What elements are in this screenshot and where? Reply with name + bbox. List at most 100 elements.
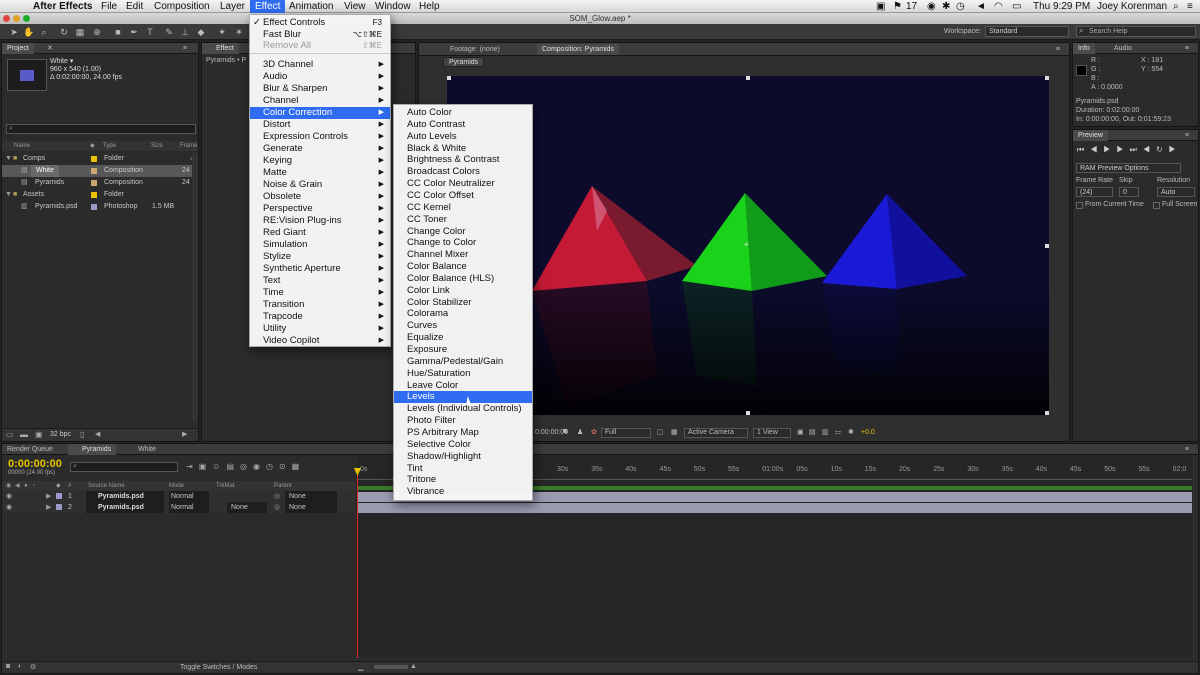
tab-effect-controls[interactable]: Effect [202,43,239,54]
effect-menu-item[interactable]: Matte ▶ [250,167,390,179]
effect-menu-item[interactable]: Distort ▶ [250,119,390,131]
project-search-input[interactable]: ⌕ [6,124,196,134]
close-tab-icon[interactable]: ✕ [42,43,58,54]
zoom-tool-icon[interactable]: ⌕ [38,26,50,38]
layer-bar[interactable] [357,503,1192,513]
label-swatch[interactable] [91,204,97,210]
color-correction-item[interactable]: Change to Color [394,237,532,249]
graph-editor-icon[interactable]: ◷ [266,462,279,471]
toggle-pixel-aspect-icon[interactable]: ▣ [797,428,804,436]
graph-icon[interactable]: ▦ [292,462,306,471]
trash-icon[interactable]: ▯ [80,430,84,439]
effect-menu-item[interactable]: Channel ▶ [250,95,390,107]
color-correction-item[interactable]: Curves [394,320,532,332]
layer-trkmat-select[interactable]: None [227,502,267,513]
channel-icon[interactable]: ✿ [591,428,597,436]
color-correction-item[interactable]: Black & White [394,143,532,155]
effect-menu-item[interactable]: Keying ▶ [250,155,390,167]
view-layout-select[interactable]: 1 View [753,428,791,438]
effect-menu-item[interactable]: Simulation ▶ [250,239,390,251]
tab-render-queue[interactable]: Render Queue [2,444,58,455]
motion-blur-icon[interactable]: ◎ [240,462,253,471]
col-size[interactable]: Size [151,141,163,151]
color-correction-item[interactable]: Color Balance [394,261,532,273]
effect-menu-item[interactable]: Expression Controls ▶ [250,131,390,143]
resolution-select[interactable]: Full [601,428,651,438]
label-icon[interactable]: ◆ [56,481,61,491]
col-trkmat[interactable]: TrkMat [216,481,234,491]
label-swatch[interactable] [91,156,97,162]
effect-menu-item[interactable]: Perspective ▶ [250,203,390,215]
color-correction-item[interactable]: Color Link [394,285,532,297]
panel-menu-icon[interactable]: ≡ [1180,130,1194,141]
color-correction-item[interactable]: CC Kernel [394,202,532,214]
scroll-left-icon[interactable]: ◀ [95,430,100,438]
effect-menu-item[interactable]: 3D Channel ▶ [250,59,390,71]
color-correction-item[interactable]: Color Balance (HLS) [394,273,532,285]
project-item-white[interactable]: ▤ White Composition 24 [2,165,198,177]
bbox-handle[interactable] [746,411,750,415]
draft-3d-icon[interactable]: ▣ [199,462,213,471]
next-frame-icon[interactable]: ▶ [1116,145,1129,154]
workspace-select[interactable]: Standard [985,26,1069,37]
color-correction-item[interactable]: Gamma/Pedestal/Gain [394,356,532,368]
spotlight-icon[interactable]: ⌕ [1173,0,1179,13]
layer-parent-select[interactable]: None [285,502,337,513]
transfer-controls-icon[interactable]: ◐ [18,663,22,670]
label-swatch[interactable] [91,192,97,198]
lock-icon[interactable]: ▫ [33,481,35,491]
selection-tool-icon[interactable]: ➤ [8,26,20,38]
close-window-icon[interactable] [3,15,10,22]
type-tool-icon[interactable]: T [144,26,156,38]
user-name[interactable]: Joey Korenman [1097,0,1167,13]
eye-icon[interactable]: ◉ [6,491,12,502]
last-frame-icon[interactable]: ⏭ [1130,145,1143,154]
mute-icon[interactable]: ◀ [1143,145,1156,154]
toggle-switches-modes[interactable]: Toggle Switches / Modes [180,664,257,671]
pickwhip-icon[interactable]: ◎ [274,502,280,513]
new-comp-icon[interactable]: ▣ [35,430,43,439]
solo-icon[interactable]: ● [24,481,28,491]
timeline-search-input[interactable]: ⌕ [70,462,178,472]
project-item-pyramids-psd[interactable]: ▥ Pyramids.psd Photoshop 1.5 MB [2,201,198,213]
timeline-icon[interactable]: ▥ [822,428,829,436]
snapshot-icon[interactable]: ◙ [563,428,567,435]
layer-name[interactable]: Pyramids.psd [86,491,164,502]
camera-icon[interactable]: ▣ [876,0,885,13]
panel-menu-icon[interactable]: ≡ [1180,43,1194,54]
from-current-checkbox[interactable] [1076,202,1083,209]
frame-blending-icon[interactable]: ▤ [226,462,240,471]
color-correction-item[interactable]: Colorama [394,308,532,320]
menu-animation[interactable]: Animation [284,0,338,13]
transparency-grid-icon[interactable]: ▦ [671,428,678,436]
color-correction-item[interactable]: Selective Color [394,439,532,451]
effect-menu-item[interactable]: Utility ▶ [250,323,390,335]
disclosure-closed-icon[interactable]: ▶ [46,502,51,513]
video-toggle-icon[interactable]: ◉ [6,481,11,491]
pickwhip-icon[interactable]: ◎ [274,491,280,502]
color-correction-item[interactable]: Levels (Individual Controls) [394,403,532,415]
brush-tool-icon[interactable]: ✎ [163,26,175,38]
menu-edit[interactable]: Edit [121,0,148,13]
tab-project[interactable]: Project [2,43,34,54]
col-type[interactable]: Type [103,141,116,151]
color-correction-item[interactable]: CC Toner [394,214,532,226]
loop-icon[interactable]: ↻ [1156,145,1169,154]
minimize-window-icon[interactable] [13,15,20,22]
pan-behind-tool-icon[interactable]: ⊕ [91,26,103,38]
battery-icon[interactable]: ▭ [1012,0,1021,13]
label-swatch[interactable] [91,168,97,174]
color-correction-item[interactable]: Change Color [394,226,532,238]
color-correction-item[interactable]: Vibrance [394,486,532,498]
color-correction-item[interactable]: Brightness & Contrast [394,154,532,166]
color-correction-item[interactable]: Levels [394,391,532,404]
wifi-icon[interactable]: ◠ [994,0,1003,13]
zoom-out-icon[interactable]: ▁ [358,663,363,671]
disclosure-open-icon[interactable]: ▼ [5,153,12,165]
rotate-tool-icon[interactable]: ↻ [58,26,70,38]
color-correction-item[interactable]: Auto Levels [394,131,532,143]
composition-canvas[interactable]: ⌖ [447,76,1049,415]
tab-white[interactable]: White [126,444,161,455]
color-correction-item[interactable]: Leave Color [394,380,532,392]
scroll-right-icon[interactable]: ▶ [182,430,187,438]
